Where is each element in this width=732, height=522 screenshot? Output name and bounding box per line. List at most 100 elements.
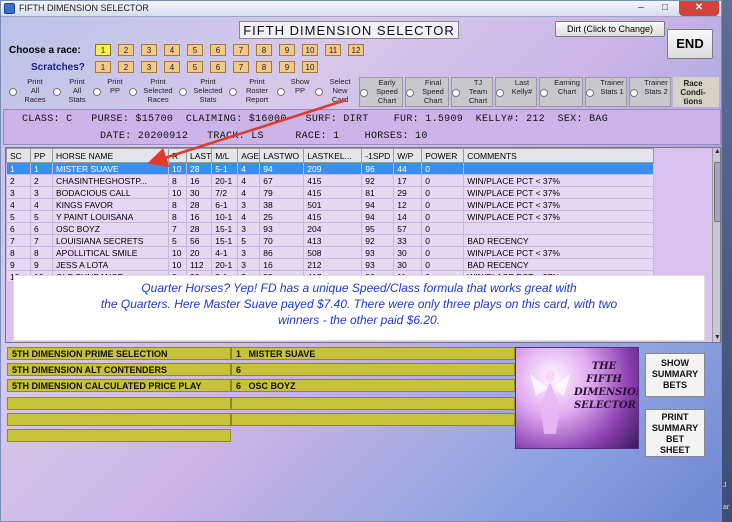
table-row[interactable]: 6 6 OSC BOYZ 7 28 15-1 3 93 204 95 57 0 <box>6 222 655 235</box>
option-select-new-card[interactable]: Select New Card <box>315 77 355 107</box>
scroll-down-icon[interactable]: ▼ <box>713 334 720 342</box>
option-print-selected-races[interactable]: Print Selected Races <box>129 77 177 107</box>
close-button[interactable]: ✕ <box>679 1 719 16</box>
button-text: SHOW <box>661 358 689 368</box>
column-header[interactable]: HORSE NAME <box>52 148 169 163</box>
table-row[interactable]: 55Y PAINT LOUISANA 8 16 10-1 4 25 415 94 14 0 WIN/… <box>6 210 655 223</box>
column-header[interactable]: COMMENTS <box>463 148 655 163</box>
option-earning-chart[interactable]: Earning Chart <box>539 77 583 107</box>
scratch-number-button[interactable]: 10 <box>302 61 318 73</box>
option-final-speed-chart[interactable]: Final Speed Chart <box>405 77 449 107</box>
table-cell: 2 <box>6 174 31 187</box>
scratch-number-button[interactable]: 7 <box>233 61 249 73</box>
race-number-button[interactable]: 9 <box>279 44 295 56</box>
column-header[interactable]: M/L <box>211 148 239 163</box>
grid-scrollbar[interactable]: ▲ ▼ <box>712 148 720 342</box>
radio-icon[interactable] <box>496 89 504 97</box>
race-number-button[interactable]: 1 <box>95 44 111 56</box>
scratch-number-button[interactable]: 8 <box>256 61 272 73</box>
column-header[interactable]: LASTWO <box>259 148 305 163</box>
column-header[interactable]: W/P <box>393 148 423 163</box>
option-print-selected-stats[interactable]: Print Selected Stats <box>179 77 227 107</box>
scratch-number-button[interactable]: 4 <box>164 61 180 73</box>
radio-icon[interactable] <box>586 89 594 97</box>
table-row[interactable]: 9 9 JESS A LOTA 10 112 20-1 3 16 212 93 30 0 BAD REC… <box>6 258 655 271</box>
scratch-number-button[interactable]: 6 <box>210 61 226 73</box>
radio-icon[interactable] <box>9 88 17 96</box>
column-header[interactable]: LAST <box>185 148 213 163</box>
radio-icon[interactable] <box>229 88 237 96</box>
scratch-number-button[interactable]: 3 <box>141 61 157 73</box>
column-header[interactable]: POWER <box>421 148 465 163</box>
radio-icon[interactable] <box>452 89 460 97</box>
radio-icon[interactable] <box>179 88 187 96</box>
table-cell: 3 <box>30 186 53 199</box>
race-number-button[interactable]: 12 <box>348 44 364 56</box>
radio-icon[interactable] <box>53 88 61 96</box>
race-number-button[interactable]: 10 <box>302 44 318 56</box>
radio-icon[interactable] <box>315 88 323 96</box>
option-last-kelly-[interactable]: Last Kelly# <box>495 77 537 107</box>
race-number-button[interactable]: 3 <box>141 44 157 56</box>
maximize-button[interactable]: □ <box>653 1 677 16</box>
minimize-button[interactable]: – <box>629 1 653 16</box>
table-cell: 212 <box>303 258 363 271</box>
print-summary-bet-sheet-button[interactable]: PRINT SUMMARY BET SHEET <box>645 409 705 457</box>
option-trainer-stats-1[interactable]: Trainer Stats 1 <box>585 77 627 107</box>
option-race-conditions[interactable]: Race Condi-tions <box>673 77 719 107</box>
radio-icon[interactable] <box>277 88 285 96</box>
scratch-number-button[interactable]: 2 <box>118 61 134 73</box>
table-row[interactable]: 1 1 MISTER SUAVE 10 28 5-1 4 94 209 96 44 0 <box>6 162 655 175</box>
table-row[interactable]: 3 3 BODACIOUS CALL 10 30 7/2 4 79 415 81 29 0 WIN/PL… <box>6 186 655 199</box>
option-trainer-stats-2[interactable]: Trainer Stats 2 <box>629 77 671 107</box>
scratch-number-button[interactable]: 1 <box>95 61 111 73</box>
option-label-line: Final <box>424 78 442 87</box>
column-header[interactable]: -1SPD <box>361 148 395 163</box>
scroll-thumb[interactable] <box>714 162 720 222</box>
column-header[interactable]: SC <box>6 148 31 163</box>
column-header[interactable]: AGE <box>237 148 261 163</box>
option-print-pp[interactable]: Print PP <box>93 77 127 107</box>
column-header[interactable]: PP <box>30 148 53 163</box>
table-row[interactable]: 8 8 APOLLITICAL SMILE 10 20 4-1 3 86 508 93 30 0 WIN… <box>6 246 655 259</box>
race-number-button[interactable]: 6 <box>210 44 226 56</box>
radio-icon[interactable] <box>630 89 638 97</box>
option-early-speed-chart[interactable]: Early Speed Chart <box>359 77 403 107</box>
table-cell: 5 <box>237 234 261 247</box>
radio-icon[interactable] <box>129 88 137 96</box>
surface-toggle-button[interactable]: Dirt (Click to Change) <box>555 21 665 37</box>
radio-icon[interactable] <box>93 88 101 96</box>
option-print-roster-report[interactable]: Print Roster Report <box>229 77 275 107</box>
end-button[interactable]: END <box>667 29 713 59</box>
option-show-pp[interactable]: Show PP <box>277 77 313 107</box>
radio-icon[interactable] <box>406 89 414 97</box>
option-print-all-races[interactable]: Print All Races <box>9 77 51 107</box>
button-text: BET <box>666 434 684 444</box>
table-row[interactable]: 4 4 KINGS FAVOR 8 28 6-1 3 38 501 94 12 0 WIN/PLACE … <box>6 198 655 211</box>
table-cell: 28 <box>185 198 213 211</box>
table-row[interactable]: 2 2 CHASINTHEGHOSTP... 8 16 20-1 4 67 415 92 17 0 WI… <box>6 174 655 187</box>
option-print-all-stats[interactable]: Print All Stats <box>53 77 91 107</box>
column-header[interactable]: R <box>168 148 187 163</box>
scratch-number-button[interactable]: 5 <box>187 61 203 73</box>
table-cell: Y PAINT LOUISANA <box>52 210 169 223</box>
table-cell: WIN/PLACE PCT < 37% <box>463 246 655 259</box>
radio-icon[interactable] <box>540 89 548 97</box>
race-number-button[interactable]: 7 <box>233 44 249 56</box>
race-number-button[interactable]: 5 <box>187 44 203 56</box>
scroll-up-icon[interactable]: ▲ <box>713 148 720 158</box>
show-summary-bets-button[interactable]: SHOW SUMMARY BETS <box>645 353 705 397</box>
race-number-button[interactable]: 11 <box>325 44 341 56</box>
table-row[interactable]: 7 7 LOUISIANA SECRETS 5 56 15-1 5 70 413 92 33 0 BAD… <box>6 234 655 247</box>
scratch-number-button[interactable]: 9 <box>279 61 295 73</box>
table-cell: 4 <box>30 198 53 211</box>
race-number-button[interactable]: 2 <box>118 44 134 56</box>
race-number-button[interactable]: 8 <box>256 44 272 56</box>
column-header[interactable]: LASTKEL... <box>303 148 363 163</box>
race-number-button[interactable]: 4 <box>164 44 180 56</box>
table-cell: CHASINTHEGHOSTP... <box>52 174 169 187</box>
option-label-line: All <box>30 86 40 95</box>
option-label-line: Chart <box>557 87 577 96</box>
option-tj-team-chart[interactable]: TJ Team Chart <box>451 77 493 107</box>
radio-icon[interactable] <box>360 89 368 97</box>
